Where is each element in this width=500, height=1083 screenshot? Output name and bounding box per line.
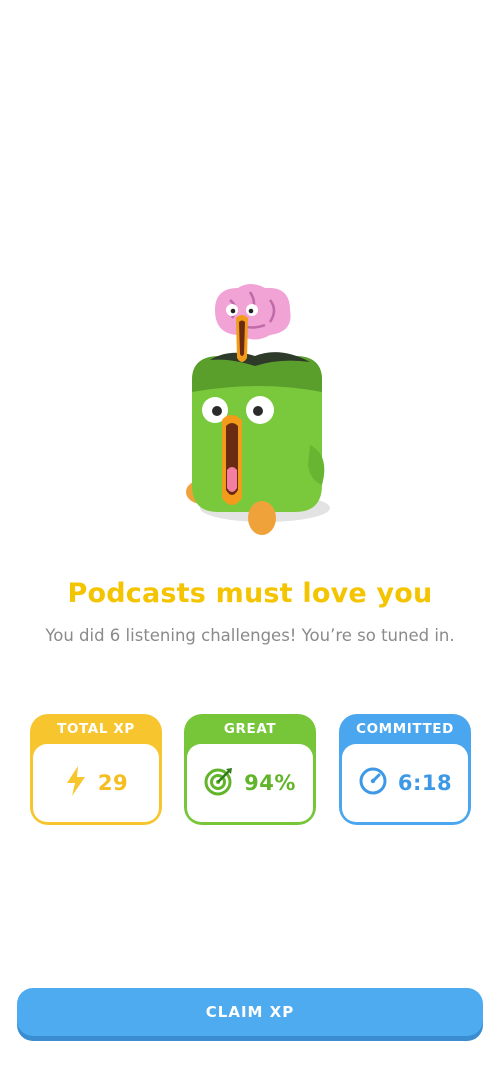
- green-owl-with-brain-icon: [186, 284, 330, 535]
- stat-card-great: GREAT 94%: [184, 714, 316, 825]
- stat-card-label: GREAT: [223, 721, 277, 737]
- stat-card-body: 94%: [187, 744, 313, 822]
- stat-card-value: 29: [97, 771, 129, 795]
- completion-message: You did 6 listening challenges! You’re s…: [45, 626, 455, 645]
- lesson-complete-screen: Podcasts must love you You did 6 listeni…: [0, 0, 500, 1083]
- stat-card-body: 6:18: [342, 744, 468, 822]
- completion-headline: Podcasts must love you: [67, 578, 433, 609]
- stopwatch-icon: [358, 766, 388, 800]
- mascot-illustration: [170, 280, 340, 540]
- stat-card-value: 94%: [244, 771, 296, 795]
- stat-card-value: 6:18: [397, 771, 453, 795]
- stat-card-body: 29: [33, 744, 159, 822]
- stat-card-committed: COMMITTED 6:18: [339, 714, 471, 825]
- claim-xp-button[interactable]: CLAIM XP: [17, 988, 483, 1036]
- target-icon: [204, 766, 234, 800]
- stat-card-total-xp: TOTAL XP 29: [30, 714, 162, 825]
- stat-card-label: COMMITTED: [356, 721, 454, 737]
- stat-card-label: TOTAL XP: [57, 721, 135, 737]
- lightning-icon: [64, 765, 88, 801]
